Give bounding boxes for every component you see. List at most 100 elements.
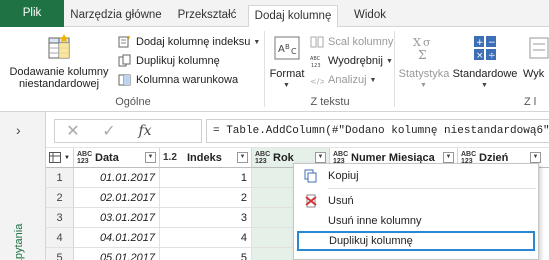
row-number[interactable]: 5 <box>46 248 74 260</box>
column-header-label: Indeks <box>187 151 222 164</box>
table-icon <box>49 151 62 163</box>
chevron-down-icon: ▼ <box>253 38 261 46</box>
copy-icon <box>304 169 317 183</box>
merge-columns-button[interactable]: Scal kolumny <box>310 33 393 51</box>
formula-bar: ✕ ✓ fx = Table.AddColumn(#"Dodano kolumn… <box>46 112 549 148</box>
column-filter-button[interactable]: ▼ <box>237 152 248 163</box>
chevron-down-icon: ▼ <box>64 154 70 161</box>
fx-icon[interactable]: fx <box>127 123 163 139</box>
svg-text:ABC: ABC <box>310 56 321 62</box>
svg-text:÷: ÷ <box>488 51 496 61</box>
tab-view[interactable]: Widok <box>340 5 400 27</box>
conditional-column-button[interactable]: Kolumna warunkowa <box>118 71 238 89</box>
formula-input[interactable]: = Table.AddColumn(#"Dodano kolumnę niest… <box>206 119 549 143</box>
column-filter-button[interactable]: ▼ <box>443 152 454 163</box>
expand-pane-chevron-icon[interactable]: › <box>16 122 21 138</box>
statistics-icon: X σ Σ <box>413 36 431 61</box>
column-filter-button[interactable]: ▼ <box>530 152 541 163</box>
remove-column-icon <box>305 194 317 208</box>
chevron-down-icon: ▼ <box>283 82 290 89</box>
svg-text:C: C <box>291 47 297 56</box>
row-number[interactable]: 3 <box>46 208 74 228</box>
table-cell-indeks[interactable]: 5 <box>160 248 252 260</box>
row-number[interactable]: 1 <box>46 168 74 188</box>
extract-button[interactable]: ABC 123 Wyodrębnij ▼ <box>310 52 393 70</box>
column-header-label: Dzień <box>479 151 509 164</box>
group-label-general: Ogólne <box>115 96 151 108</box>
menu-item-label: Usuń <box>328 195 354 207</box>
custom-column-button[interactable]: Dodawanie kolumny niestandardowej <box>4 33 114 95</box>
queries-pane: › Zapytania <box>0 112 46 260</box>
confirm-icon[interactable]: ✓ <box>91 121 127 141</box>
table-cell-indeks[interactable]: 1 <box>160 168 252 188</box>
menu-item-label: Usuń inne kolumny <box>328 215 422 227</box>
column-header-label: Numer Miesiąca <box>351 151 435 164</box>
menu-item-duplicate-column[interactable]: Duplikuj kolumnę <box>297 231 535 251</box>
scientific-icon <box>529 37 549 59</box>
scientific-button[interactable]: Wyk <box>520 33 549 95</box>
index-column-icon <box>118 36 130 48</box>
group-label-text: Z tekstu <box>310 96 350 108</box>
menu-item-label: Duplikuj kolumnę <box>329 235 413 247</box>
tab-transform[interactable]: Przekształć <box>168 5 246 27</box>
group-label-number: Z l <box>524 96 537 108</box>
parse-button[interactable]: </> Analizuj ▼ <box>310 71 376 89</box>
type-any-icon: ABC 123 <box>77 150 93 165</box>
table-cell-indeks[interactable]: 2 <box>160 188 252 208</box>
column-filter-button[interactable]: ▼ <box>145 152 156 163</box>
ribbon-separator <box>394 31 395 107</box>
column-header-data[interactable]: ABC 123 Data ▼ <box>74 148 160 168</box>
table-menu-button[interactable]: ▼ <box>46 148 74 168</box>
ribbon: Dodawanie kolumny niestandardowej Dodaj … <box>0 27 549 112</box>
svg-text:+: + <box>476 38 484 48</box>
menu-item-label: Kopiuj <box>328 170 359 182</box>
table-cell-data[interactable]: 01.01.2017 <box>74 168 160 188</box>
svg-text:−: − <box>488 38 496 48</box>
tab-add-column[interactable]: Dodaj kolumnę <box>248 5 338 28</box>
chevron-down-icon: ▼ <box>369 76 377 84</box>
menu-item-remove-other[interactable]: Usuń inne kolumny <box>294 211 538 231</box>
row-number[interactable]: 2 <box>46 188 74 208</box>
formula-bar-buttons: ✕ ✓ fx <box>54 119 202 143</box>
tab-home[interactable]: Narzędzia główne <box>66 5 166 27</box>
column-header-indeks[interactable]: 1.2 Indeks ▼ <box>160 148 252 168</box>
table-cell-data[interactable]: 04.01.2017 <box>74 228 160 248</box>
table-cell-indeks[interactable]: 4 <box>160 228 252 248</box>
add-index-column-button[interactable]: Dodaj kolumnę indeksu ▼ <box>118 33 260 51</box>
parse-label: Analizuj <box>328 74 367 86</box>
merge-columns-icon <box>310 36 324 48</box>
standard-button[interactable]: + − × ÷ Standardowe ▼ <box>452 33 518 95</box>
cancel-icon[interactable]: ✕ <box>55 121 91 141</box>
duplicate-column-label: Duplikuj kolumnę <box>136 55 220 67</box>
svg-text:B: B <box>285 43 290 51</box>
parse-icon: </> <box>310 77 324 86</box>
chevron-down-icon: ▼ <box>385 57 393 65</box>
standard-ops-icon: + − × ÷ <box>474 36 496 61</box>
table-cell-data[interactable]: 05.01.2017 <box>74 248 160 260</box>
type-decimal-icon: 1.2 <box>163 152 177 163</box>
ribbon-tab-bar: Plik Narzędzia główne Przekształć Dodaj … <box>0 0 549 28</box>
format-button[interactable]: A B C Format ▼ <box>268 33 306 95</box>
type-any-icon: ABC 123 <box>255 150 271 165</box>
ribbon-separator <box>264 31 265 107</box>
duplicate-column-button[interactable]: Duplikuj kolumnę <box>118 52 220 70</box>
extract-icon: ABC123 <box>310 56 321 68</box>
svg-text:A: A <box>278 44 285 55</box>
row-number[interactable]: 4 <box>46 228 74 248</box>
menu-item-copy[interactable]: Kopiuj <box>294 166 538 186</box>
table-cell-indeks[interactable]: 3 <box>160 208 252 228</box>
extract-label: Wyodrębnij <box>328 55 383 67</box>
column-filter-button[interactable]: ▼ <box>315 152 326 163</box>
menu-item-remove[interactable]: Usuń <box>294 191 538 211</box>
format-label: Format <box>269 68 305 80</box>
custom-column-label: Dodawanie kolumny niestandardowej <box>9 66 109 90</box>
chevron-down-icon: ▼ <box>420 82 427 89</box>
tab-file[interactable]: Plik <box>0 0 64 27</box>
statistics-button[interactable]: X σ Σ Statystyka ▼ <box>398 33 450 95</box>
svg-text:</>: </> <box>310 77 324 86</box>
add-index-column-label: Dodaj kolumnę indeksu <box>136 36 251 48</box>
format-icon: A B C <box>274 36 300 60</box>
table-cell-data[interactable]: 03.01.2017 <box>74 208 160 228</box>
table-cell-data[interactable]: 02.01.2017 <box>74 188 160 208</box>
svg-text:Σ: Σ <box>418 48 426 61</box>
